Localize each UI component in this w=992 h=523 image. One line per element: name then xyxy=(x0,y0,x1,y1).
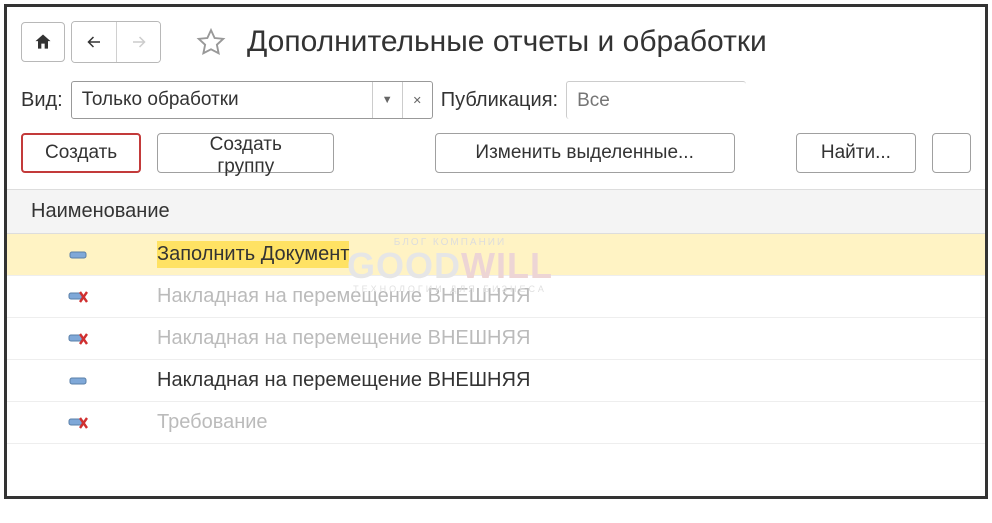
change-selected-button[interactable]: Изменить выделенные... xyxy=(435,133,735,173)
row-text: Накладная на перемещение ВНЕШНЯЯ xyxy=(157,285,530,308)
row-text: Накладная на перемещение ВНЕШНЯЯ xyxy=(157,327,530,350)
deleted-item-icon xyxy=(67,332,89,346)
column-header-name[interactable]: Наименование xyxy=(7,190,985,234)
table-row[interactable]: Накладная на перемещение ВНЕШНЯЯ xyxy=(7,360,985,402)
home-button[interactable] xyxy=(21,22,65,62)
deleted-item-icon xyxy=(67,416,89,430)
publication-label: Публикация: xyxy=(441,89,558,112)
find-button[interactable]: Найти... xyxy=(796,133,916,173)
table-row[interactable]: Требование xyxy=(7,402,985,444)
back-button[interactable] xyxy=(72,22,116,62)
page-title: Дополнительные отчеты и обработки xyxy=(247,25,767,59)
table-row[interactable]: Накладная на перемещение ВНЕШНЯЯ xyxy=(7,318,985,360)
deleted-item-icon xyxy=(67,290,89,304)
table-row[interactable]: Заполнить Документ xyxy=(7,234,985,276)
table-row[interactable]: Накладная на перемещение ВНЕШНЯЯ xyxy=(7,276,985,318)
create-group-button[interactable]: Создать группу xyxy=(157,133,334,173)
type-dropdown-clear[interactable]: ✕ xyxy=(402,82,432,118)
favorite-star-icon[interactable] xyxy=(191,22,231,62)
row-text: Накладная на перемещение ВНЕШНЯЯ xyxy=(157,369,530,392)
create-button[interactable]: Создать xyxy=(21,133,141,173)
publication-input[interactable] xyxy=(566,81,746,119)
item-icon xyxy=(67,250,89,260)
type-dropdown-input[interactable] xyxy=(72,82,372,118)
extra-button[interactable] xyxy=(932,133,971,173)
item-icon xyxy=(67,376,89,386)
type-label: Вид: xyxy=(21,89,63,112)
type-dropdown-toggle[interactable]: ▼ xyxy=(372,82,402,118)
row-text: Заполнить Документ xyxy=(157,243,349,265)
row-text: Требование xyxy=(157,411,268,434)
forward-button xyxy=(116,22,160,62)
